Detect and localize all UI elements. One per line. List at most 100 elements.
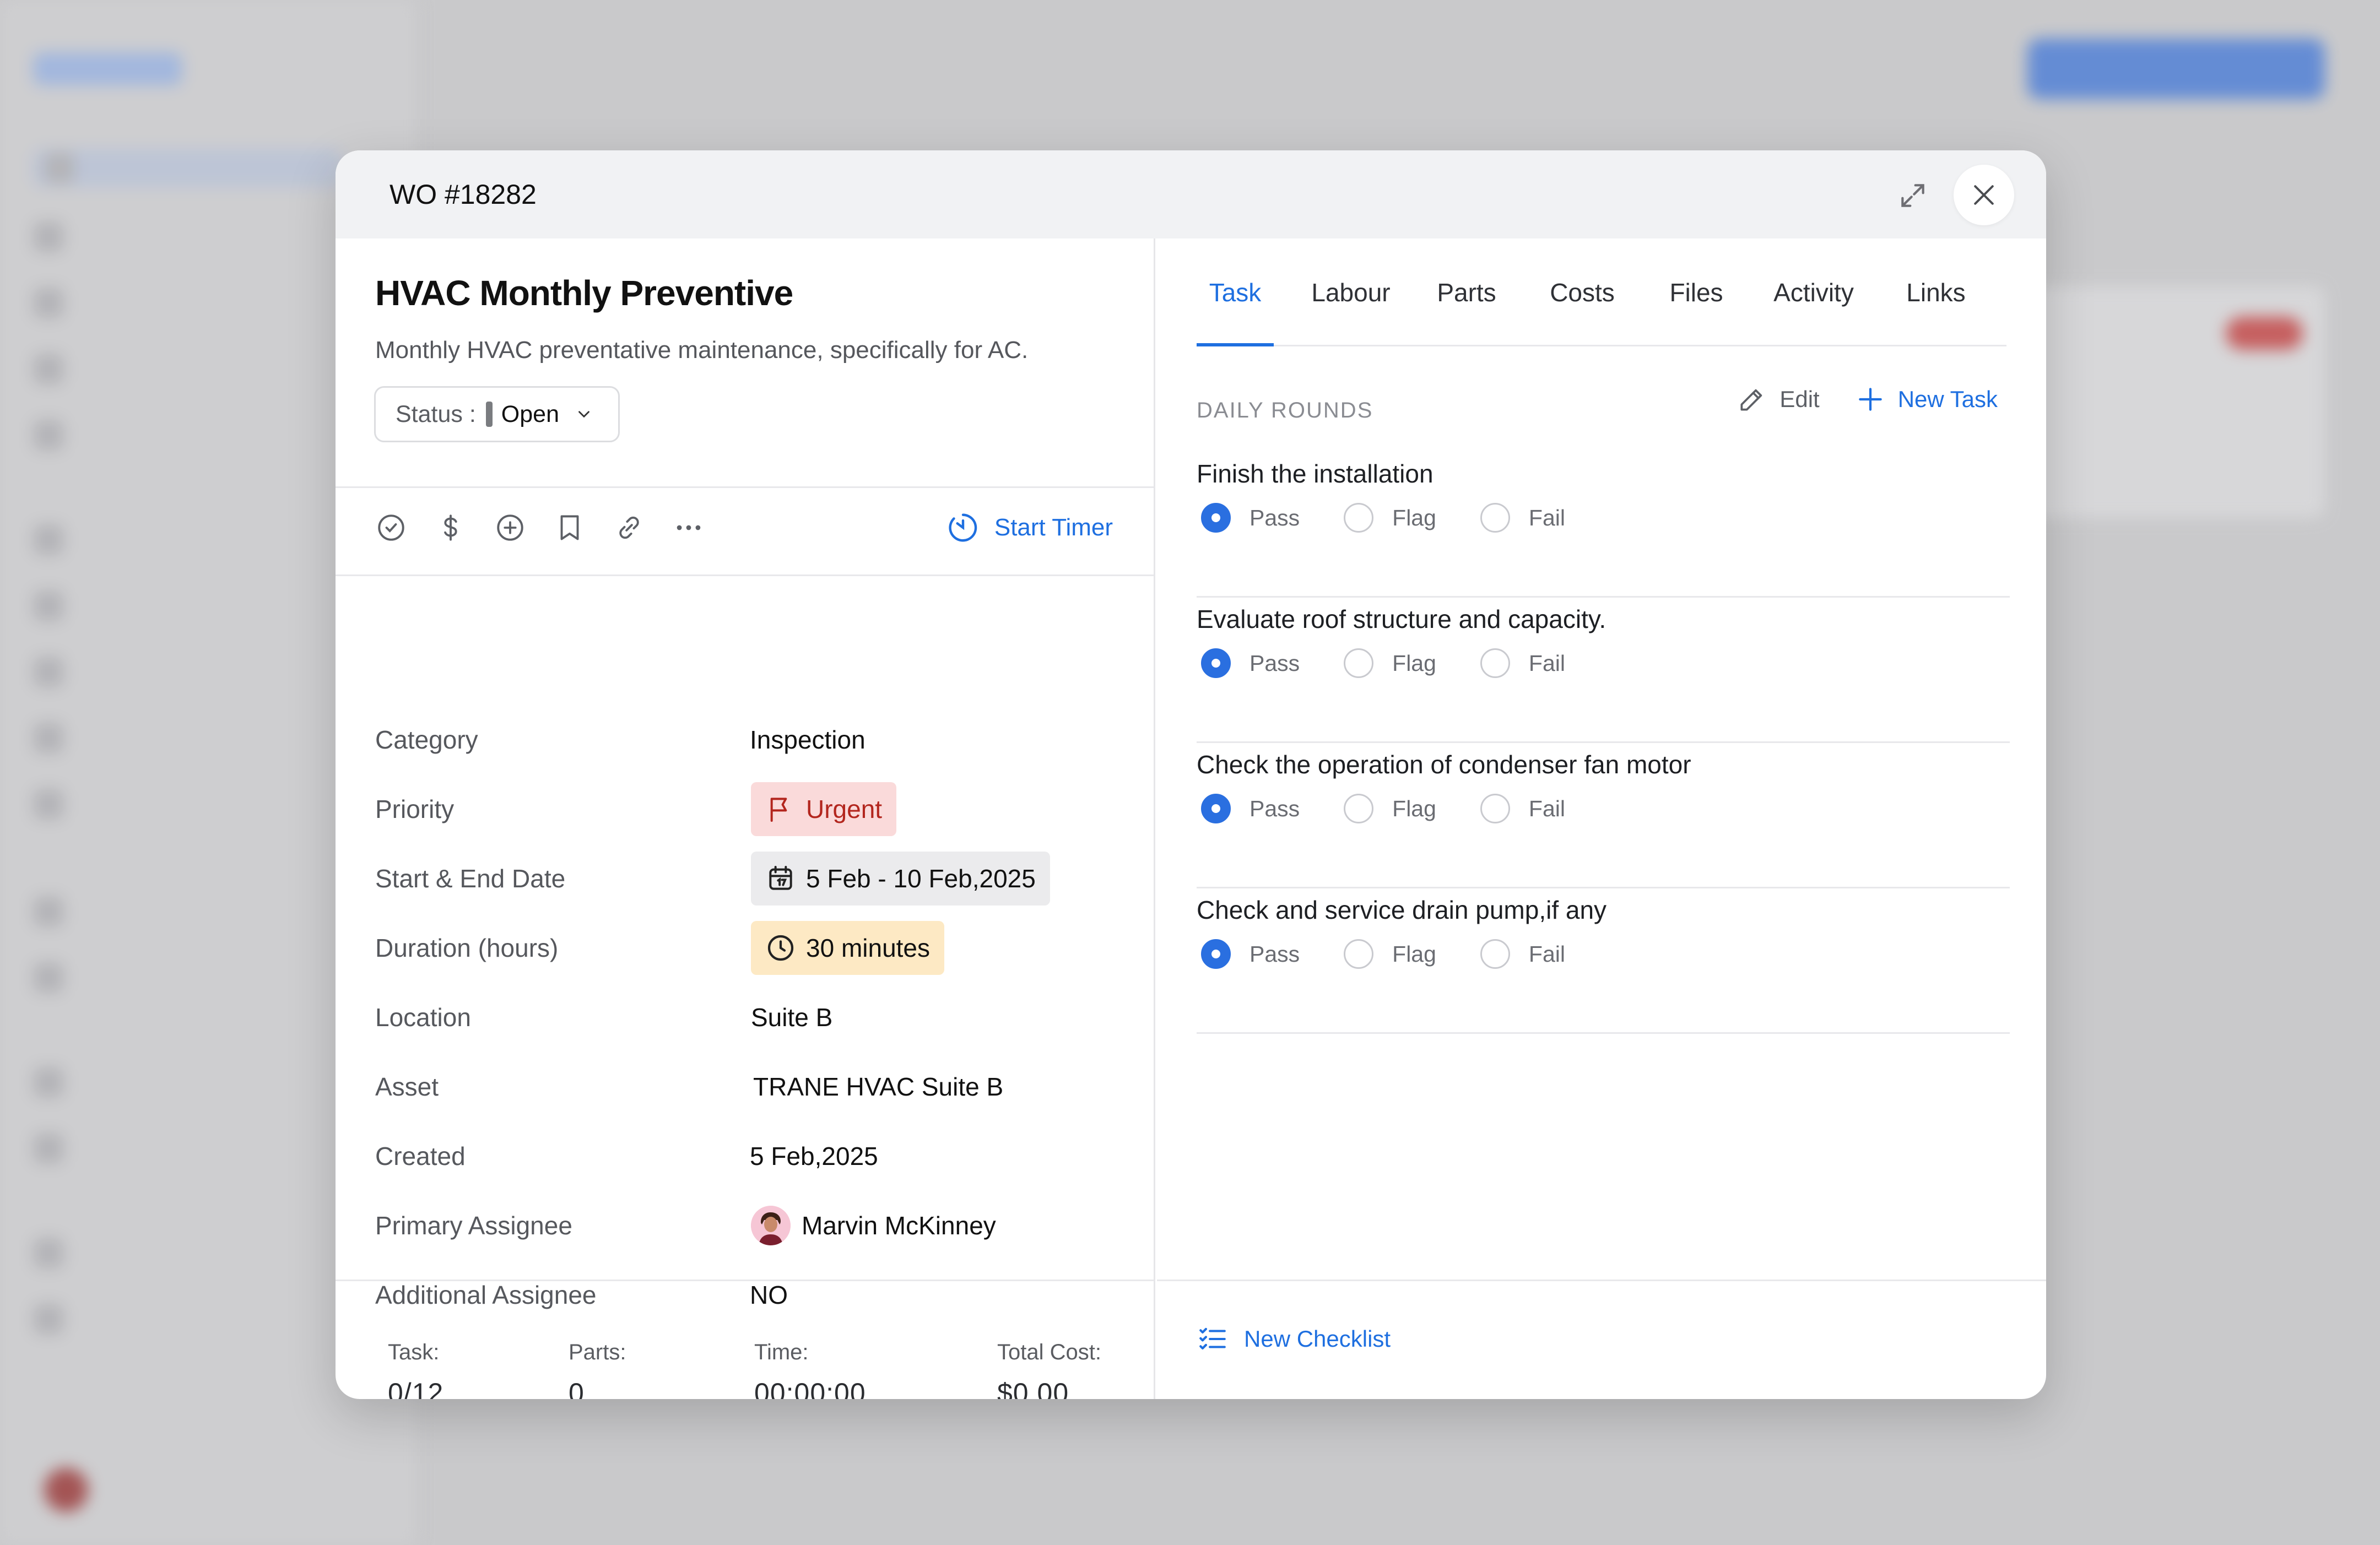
- detail-label: Primary Assignee: [375, 1211, 572, 1240]
- expand-icon[interactable]: [1897, 180, 1928, 211]
- tab-files[interactable]: Files: [1660, 238, 1732, 346]
- check-circle-icon[interactable]: [375, 512, 407, 544]
- task-item: Check and service drain pump,if any Pass…: [1197, 888, 2010, 1034]
- bookmark-icon[interactable]: [554, 512, 586, 544]
- tab-task[interactable]: Task: [1197, 238, 1274, 346]
- priority-badge[interactable]: Urgent: [751, 782, 897, 836]
- details-panel: HVAC Monthly Preventive Monthly HVAC pre…: [336, 238, 1155, 1399]
- stat-value: 00:00:00: [754, 1378, 866, 1399]
- new-checklist-button[interactable]: New Checklist: [1197, 1323, 1391, 1355]
- close-button[interactable]: [1954, 165, 2014, 225]
- background-sidebar-item: [33, 521, 342, 559]
- option-label: Flag: [1392, 795, 1436, 821]
- new-checklist-label: New Checklist: [1244, 1326, 1391, 1352]
- option-flag[interactable]: Flag: [1344, 794, 1436, 823]
- option-fail[interactable]: Fail: [1480, 794, 1565, 823]
- asset-value[interactable]: TRANE HVAC Suite B: [753, 1072, 1003, 1102]
- location-value[interactable]: Suite B: [751, 1002, 832, 1032]
- status-dropdown[interactable]: Status : Open: [374, 386, 620, 442]
- work-order-title: HVAC Monthly Preventive: [375, 273, 793, 313]
- dollar-icon[interactable]: [435, 512, 467, 544]
- radio-button[interactable]: [1201, 648, 1231, 678]
- radio-button[interactable]: [1344, 648, 1374, 678]
- radio-button[interactable]: [1344, 503, 1374, 533]
- duration-badge[interactable]: 30 minutes: [751, 921, 945, 975]
- radio-button[interactable]: [1480, 648, 1510, 678]
- option-fail[interactable]: Fail: [1480, 939, 1565, 969]
- status-label: Status :: [396, 400, 476, 427]
- stat-value: $0.00: [997, 1378, 1069, 1399]
- option-flag[interactable]: Flag: [1344, 503, 1436, 533]
- stat-value: 0: [569, 1378, 585, 1399]
- start-timer-button[interactable]: Start Timer: [946, 511, 1113, 545]
- dates-value[interactable]: 5 Feb - 10 Feb,2025: [751, 852, 1050, 906]
- primary-assignee-value[interactable]: Marvin McKinney: [751, 1206, 996, 1245]
- footer-stat-parts: Parts: 0: [569, 1340, 626, 1399]
- tab-parts[interactable]: Parts: [1428, 238, 1505, 346]
- flag-icon: [770, 798, 787, 822]
- tab-links[interactable]: Links: [1897, 238, 1975, 346]
- radio-button[interactable]: [1201, 939, 1231, 969]
- radio-button[interactable]: [1480, 503, 1510, 533]
- status-value: Open: [501, 400, 559, 427]
- background-sidebar-item: [33, 1234, 342, 1272]
- detail-label: Category: [375, 725, 478, 754]
- detail-row-additional-assignee: Additional Assignee NO: [375, 1267, 1124, 1322]
- new-task-button[interactable]: New Task: [1855, 384, 1998, 415]
- stat-value: 0/12: [388, 1378, 444, 1399]
- radio-button[interactable]: [1480, 939, 1510, 969]
- background-sidebar-item: [33, 587, 342, 625]
- tab-activity[interactable]: Activity: [1764, 238, 1863, 346]
- option-label: Pass: [1250, 941, 1300, 967]
- section-actions: Edit New Task: [1737, 384, 1998, 415]
- tab-bar: Task Labour Parts Costs Files Activity L…: [1197, 238, 2006, 346]
- background-sidebar-item: [33, 653, 342, 691]
- option-flag[interactable]: Flag: [1344, 939, 1436, 969]
- background-sidebar-item: [33, 218, 342, 256]
- option-pass[interactable]: Pass: [1201, 503, 1300, 533]
- task-options: Pass Flag Fail: [1201, 939, 1609, 969]
- created-value: 5 Feb,2025: [750, 1142, 878, 1170]
- radio-button[interactable]: [1201, 794, 1231, 823]
- option-fail[interactable]: Fail: [1480, 503, 1565, 533]
- chevron-down-icon: [578, 411, 589, 418]
- add-circle-icon[interactable]: [494, 512, 526, 544]
- stat-label: Time:: [754, 1340, 809, 1364]
- clock-icon: [767, 935, 794, 961]
- edit-button[interactable]: Edit: [1737, 384, 1820, 415]
- background-logo: [33, 52, 182, 85]
- calendar-icon: [769, 866, 792, 890]
- task-options: Pass Flag Fail: [1201, 503, 1609, 533]
- option-label: Pass: [1250, 505, 1300, 530]
- radio-button[interactable]: [1201, 503, 1231, 533]
- duration-value[interactable]: 30 minutes: [751, 921, 945, 975]
- tab-costs[interactable]: Costs: [1538, 238, 1626, 346]
- option-pass[interactable]: Pass: [1201, 794, 1300, 823]
- new-task-label: New Task: [1897, 386, 1998, 412]
- divider: [336, 574, 1154, 576]
- detail-row-category: Category Inspection: [375, 712, 1124, 767]
- option-pass[interactable]: Pass: [1201, 648, 1300, 678]
- tab-labour[interactable]: Labour: [1307, 238, 1395, 346]
- option-label: Flag: [1392, 650, 1436, 676]
- option-flag[interactable]: Flag: [1344, 648, 1436, 678]
- modal-header: WO #18282: [336, 150, 2046, 238]
- task-options: Pass Flag Fail: [1201, 648, 1609, 678]
- task-name: Check the operation of condenser fan mot…: [1197, 750, 1691, 779]
- option-label: Fail: [1528, 941, 1565, 967]
- checklist-icon: [1199, 1327, 1226, 1349]
- radio-button[interactable]: [1480, 794, 1510, 823]
- detail-label: Location: [375, 1003, 471, 1032]
- link-icon[interactable]: [613, 512, 645, 544]
- detail-label: Asset: [375, 1072, 439, 1101]
- more-icon[interactable]: [673, 512, 705, 544]
- date-range-badge[interactable]: 5 Feb - 10 Feb,2025: [751, 852, 1050, 906]
- detail-label: Additional Assignee: [375, 1281, 597, 1309]
- option-fail[interactable]: Fail: [1480, 648, 1565, 678]
- detail-row-asset: Asset TRANE HVAC Suite B: [375, 1059, 1124, 1114]
- option-pass[interactable]: Pass: [1201, 939, 1300, 969]
- radio-button[interactable]: [1344, 939, 1374, 969]
- priority-value[interactable]: Urgent: [751, 782, 897, 836]
- radio-button[interactable]: [1344, 794, 1374, 823]
- primary-assignee-name: Marvin McKinney: [802, 1211, 996, 1240]
